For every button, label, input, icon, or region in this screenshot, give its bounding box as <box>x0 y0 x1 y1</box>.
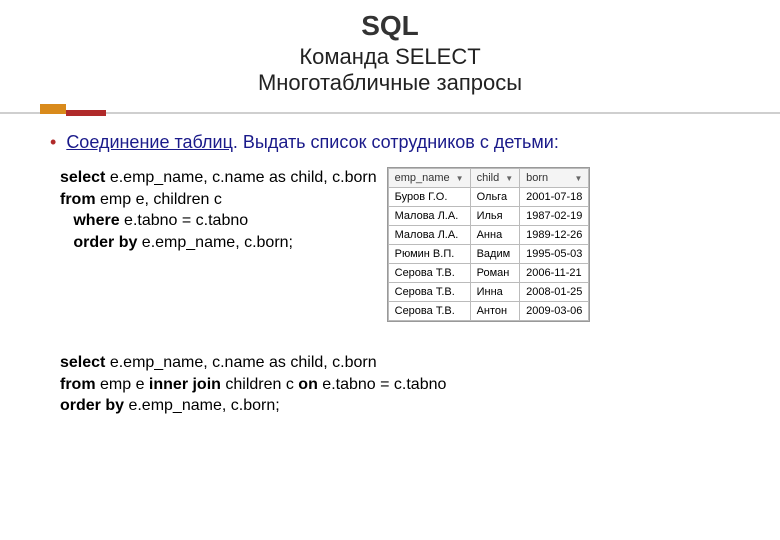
bullet-link: Соединение таблиц <box>66 132 233 152</box>
table-row: Серова Т.В.Роман2006-11-21 <box>388 264 589 283</box>
table-row: Серова Т.В.Инна2008-01-25 <box>388 283 589 302</box>
sort-arrow-icon: ▼ <box>505 174 513 183</box>
col-born[interactable]: born▼ <box>520 169 589 188</box>
bullet-dot-icon: • <box>50 133 56 151</box>
result-table: emp_name▼ child▼ born▼ Буров Г.О.Ольга20… <box>387 167 591 322</box>
table-row: Рюмин В.П.Вадим1995-05-03 <box>388 245 589 264</box>
sort-arrow-icon: ▼ <box>456 174 464 183</box>
table-row: Малова Л.А.Илья1987-02-19 <box>388 207 589 226</box>
bullet-rest: . Выдать список сотрудников с детьми: <box>233 132 559 152</box>
col-child[interactable]: child▼ <box>470 169 520 188</box>
sql-query-2: select e.emp_name, c.name as child, c.bo… <box>60 352 730 417</box>
bullet-text: Соединение таблиц. Выдать список сотрудн… <box>66 132 559 153</box>
bullet-item: • Соединение таблиц. Выдать список сотру… <box>50 132 730 153</box>
table-header-row: emp_name▼ child▼ born▼ <box>388 169 589 188</box>
table-row: Малова Л.А.Анна1989-12-26 <box>388 226 589 245</box>
col-empname[interactable]: emp_name▼ <box>388 169 470 188</box>
slide-subtitle-2: Многотабличные запросы <box>50 70 730 96</box>
sort-arrow-icon: ▼ <box>575 174 583 183</box>
divider <box>50 104 730 122</box>
slide-subtitle-1: Команда SELECT <box>50 44 730 70</box>
sql-query-1: select e.emp_name, c.name as child, c.bo… <box>60 167 377 253</box>
table-row: Серова Т.В.Антон2009-03-06 <box>388 302 589 321</box>
table-row: Буров Г.О.Ольга2001-07-18 <box>388 188 589 207</box>
table-body: Буров Г.О.Ольга2001-07-18 Малова Л.А.Иль… <box>388 188 589 321</box>
slide-title: SQL <box>50 10 730 42</box>
